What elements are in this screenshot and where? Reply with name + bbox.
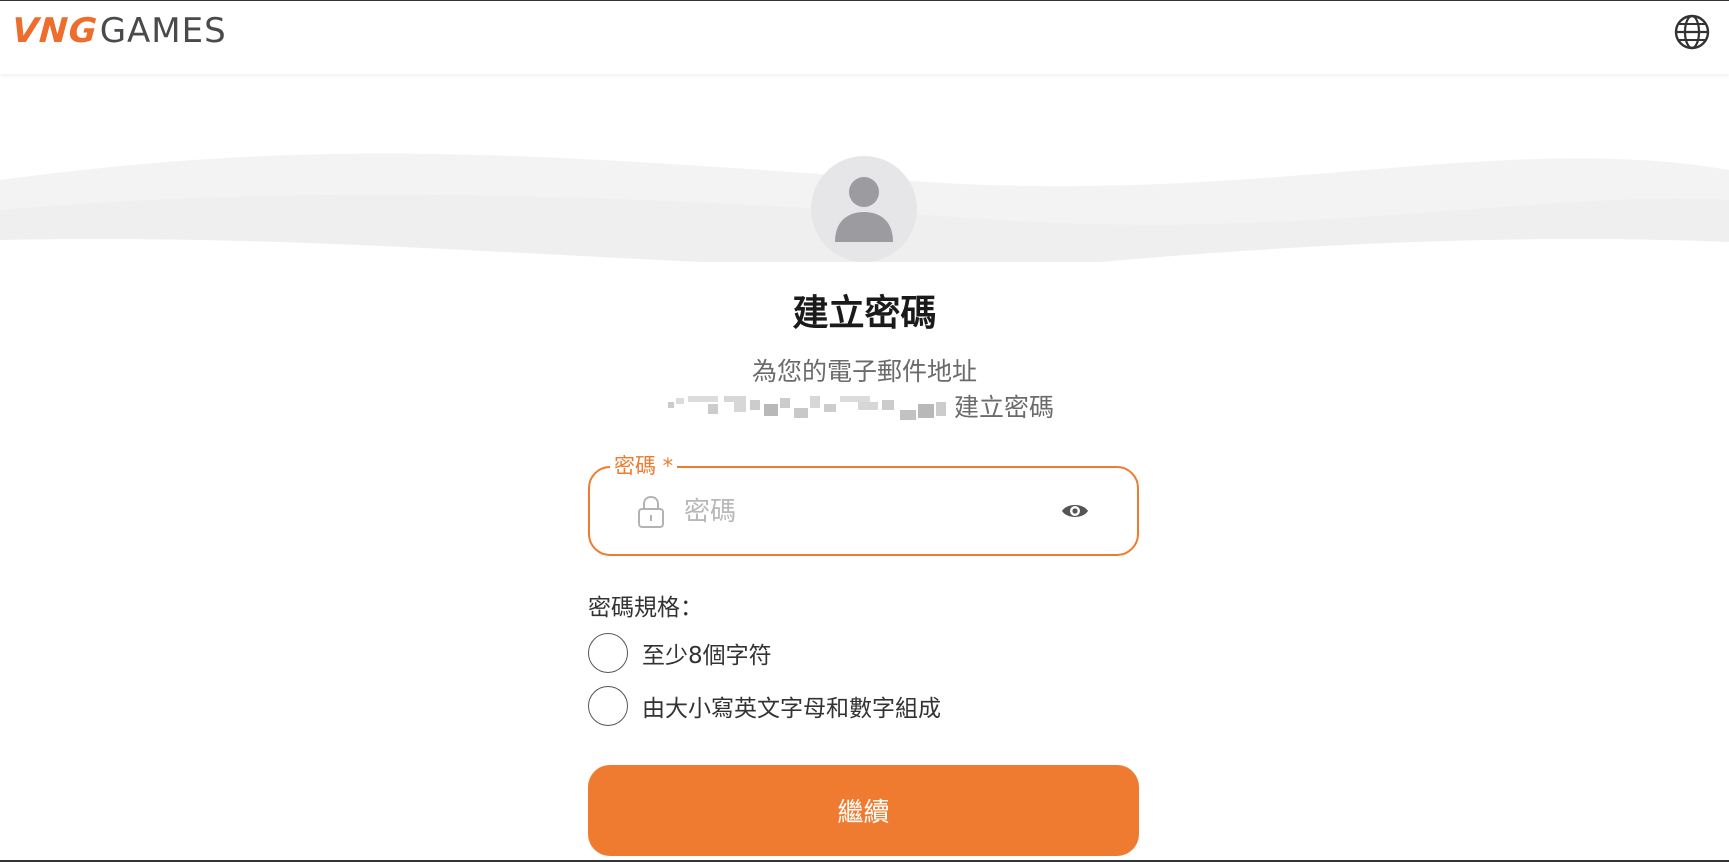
redacted-email xyxy=(668,388,954,424)
subtitle-line2-text: 建立密碼 xyxy=(954,393,1055,422)
globe-icon[interactable] xyxy=(1673,13,1711,51)
rule-label: 由大小寫英文字母和數字組成 xyxy=(642,696,941,722)
rule-min-length: 至少8個字符 xyxy=(588,633,772,673)
logo-suffix-text: GAMES xyxy=(99,11,227,51)
vng-games-logo[interactable]: VNG GAMES xyxy=(10,9,227,53)
rule-label: 至少8個字符 xyxy=(642,643,772,669)
password-field: 密碼 * xyxy=(588,450,1139,556)
top-navigation-bar: VNG GAMES xyxy=(0,0,1729,74)
password-rules-title: 密碼規格： xyxy=(588,595,703,621)
subtitle-line2: 建立密碼 xyxy=(668,388,1054,424)
page-title: 建立密碼 xyxy=(792,293,937,334)
subtitle-line1: 為您的電子郵件地址 xyxy=(751,357,977,386)
logo-brand-text: VNG xyxy=(10,11,100,51)
user-avatar-icon xyxy=(835,177,893,242)
rule-status-circle xyxy=(588,686,628,726)
rule-case-and-digits: 由大小寫英文字母和數字組成 xyxy=(588,686,941,726)
eye-icon[interactable] xyxy=(1060,498,1090,524)
avatar xyxy=(811,156,917,262)
lock-icon xyxy=(638,495,664,528)
password-input[interactable] xyxy=(684,486,1024,538)
rule-status-circle xyxy=(588,633,628,673)
password-field-label: 密碼 * xyxy=(610,450,678,480)
continue-button[interactable]: 繼續 xyxy=(588,765,1139,856)
